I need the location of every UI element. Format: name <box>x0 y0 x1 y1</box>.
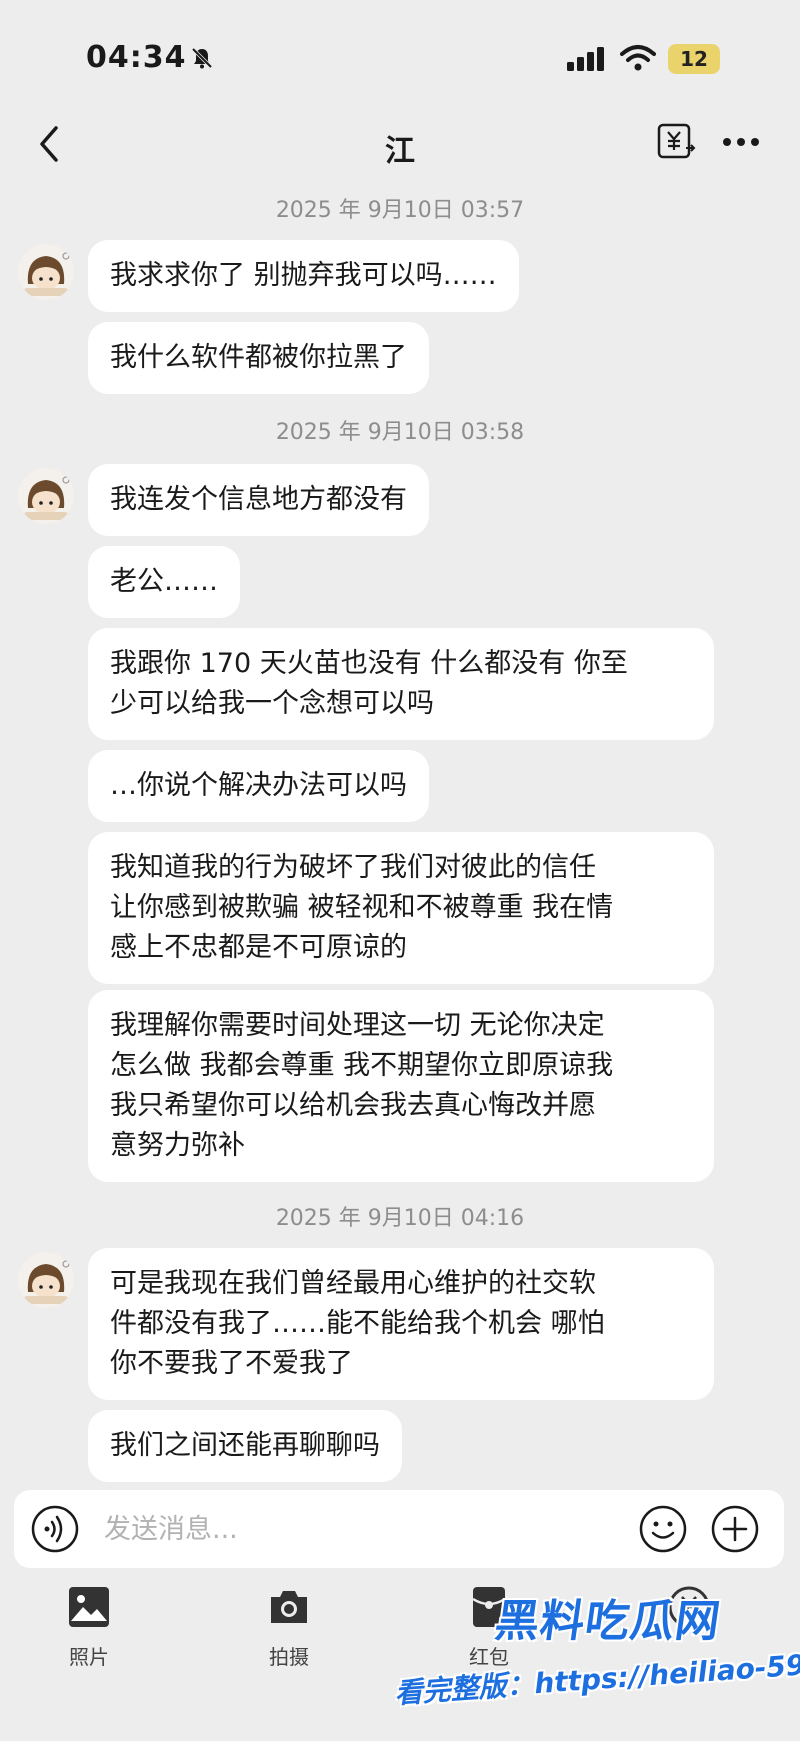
more-options-icon[interactable] <box>720 130 762 154</box>
cartoon-avatar-icon <box>24 252 70 296</box>
cartoon-avatar-icon <box>24 1260 70 1304</box>
chat-header: 江 <box>0 110 800 180</box>
avatar[interactable] <box>18 244 74 300</box>
toolbar-photo-button[interactable]: 照片 <box>34 1585 144 1685</box>
battery-indicator: 12 <box>668 44 720 74</box>
cellular-signal-icon <box>567 47 604 71</box>
bell-muted-icon <box>191 47 213 69</box>
message-input-bar <box>14 1490 784 1568</box>
message-bubble[interactable]: 我求求你了 别抛弃我可以吗…… <box>88 240 519 312</box>
image-icon <box>69 1587 109 1627</box>
toolbar-camera-button[interactable]: 拍摄 <box>234 1585 344 1685</box>
message-timestamp: 2025 年 9月10日 03:58 <box>275 420 525 445</box>
message-timestamp: 2025 年 9月10日 04:16 <box>275 1206 525 1231</box>
message-bubble[interactable]: 我知道我的行为破坏了我们对彼此的信任 让你感到被欺骗 被轻视和不被尊重 我在情 … <box>88 832 714 984</box>
message-bubble[interactable]: 可是我现在我们曾经最用心维护的社交软 件都没有我了……能不能给我个机会 哪怕 你… <box>88 1248 714 1400</box>
status-time: 04:34 <box>86 40 187 75</box>
money-transfer-icon[interactable] <box>656 122 696 162</box>
message-input[interactable] <box>104 1504 544 1554</box>
status-bar: 04:34 12 <box>0 0 800 110</box>
message-bubble[interactable]: …你说个解决办法可以吗 <box>88 750 429 822</box>
cartoon-avatar-icon <box>24 476 70 520</box>
message-bubble[interactable]: 我理解你需要时间处理这一切 无论你决定 怎么做 我都会尊重 我不期望你立即原谅我… <box>88 990 714 1182</box>
message-bubble[interactable]: 我连发个信息地方都没有 <box>88 464 429 536</box>
message-timestamp: 2025 年 9月10日 03:57 <box>275 198 525 223</box>
avatar[interactable] <box>18 468 74 524</box>
voice-input-icon[interactable] <box>30 1504 80 1554</box>
plus-icon[interactable] <box>710 1504 760 1554</box>
message-bubble[interactable]: 老公…… <box>88 546 240 618</box>
emoji-icon[interactable] <box>638 1504 688 1554</box>
toolbar-label: 拍摄 <box>269 1645 309 1669</box>
avatar[interactable] <box>18 1252 74 1308</box>
watermark-title: 黑料吃瓜网 <box>491 1596 724 1647</box>
message-bubble[interactable]: 我什么软件都被你拉黑了 <box>88 322 429 394</box>
wifi-icon <box>620 45 656 71</box>
toolbar-label: 照片 <box>69 1645 109 1669</box>
message-bubble[interactable]: 我跟你 170 天火苗也没有 什么都没有 你至 少可以给我一个念想可以吗 <box>88 628 714 740</box>
message-bubble[interactable]: 我们之间还能再聊聊吗 <box>88 1410 402 1482</box>
camera-icon <box>271 1591 307 1623</box>
